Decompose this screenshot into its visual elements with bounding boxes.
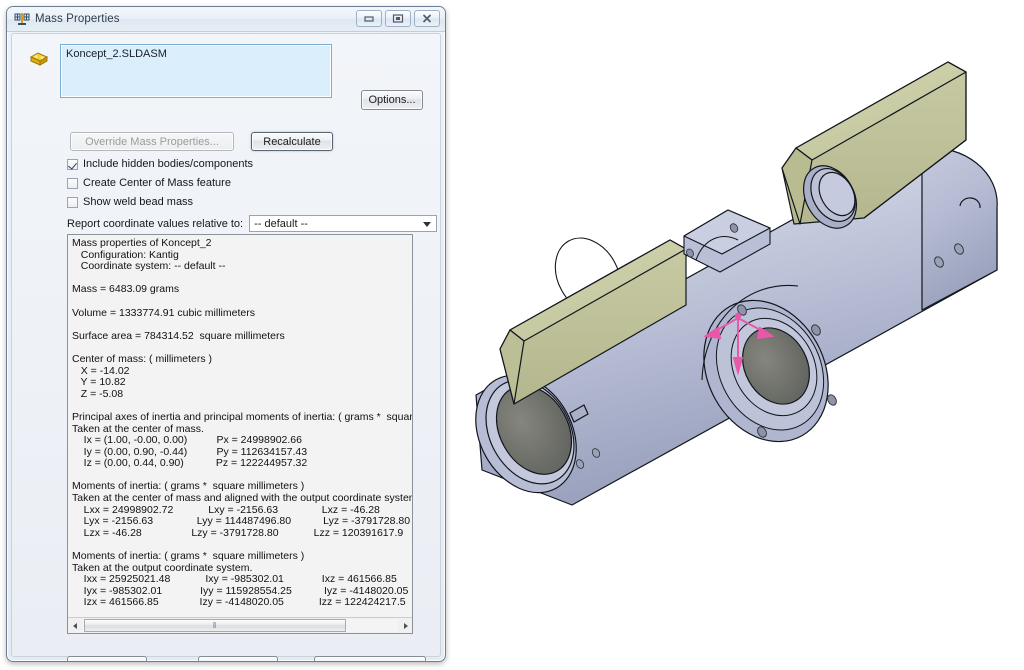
coordinate-system-select[interactable]: -- default --: [249, 215, 438, 232]
checkbox-label: Include hidden bodies/components: [83, 158, 254, 170]
scroll-right-icon[interactable]: [398, 619, 412, 632]
coordinate-system-value: -- default --: [254, 217, 308, 230]
report-text: Mass properties of Koncept_2 Configurati…: [72, 237, 413, 609]
checkbox-box[interactable]: [67, 158, 78, 170]
scroll-left-icon[interactable]: [68, 619, 82, 632]
checkbox-box[interactable]: [67, 177, 78, 189]
scrollbar-thumb[interactable]: ‖: [84, 619, 346, 632]
scrollbar-track[interactable]: ‖: [82, 619, 398, 632]
help-button[interactable]: Help: [67, 656, 147, 661]
copy-to-clipboard-button[interactable]: Copy to Clipboard: [314, 656, 426, 661]
print-button[interactable]: Print...: [198, 656, 278, 661]
window-controls: [356, 10, 440, 27]
cylindrical-housing-assembly: [475, 61, 998, 506]
checkbox-box[interactable]: [67, 196, 78, 208]
title-bar[interactable]: Mass Properties: [7, 7, 445, 32]
checkbox-include-hidden-bodies[interactable]: Include hidden bodies/components: [67, 158, 253, 170]
selected-items-listbox[interactable]: Koncept_2.SLDASM: [60, 44, 332, 98]
close-icon[interactable]: [414, 10, 440, 27]
report-coordinate-row: Report coordinate values relative to: --…: [67, 215, 438, 232]
list-item[interactable]: Koncept_2.SLDASM: [61, 45, 331, 60]
chevron-down-icon[interactable]: [423, 222, 432, 227]
checkbox-create-center-of-mass[interactable]: Create Center of Mass feature: [67, 177, 231, 189]
window-title: Mass Properties: [35, 13, 120, 25]
minimize-icon[interactable]: [356, 10, 382, 27]
maximize-icon[interactable]: [385, 10, 411, 27]
report-coordinate-label: Report coordinate values relative to:: [67, 217, 244, 230]
mass-properties-report[interactable]: Mass properties of Koncept_2 Configurati…: [67, 234, 413, 634]
3d-model-viewport[interactable]: [452, 0, 1024, 670]
report-horizontal-scrollbar[interactable]: ‖: [68, 617, 412, 633]
checkbox-show-weld-bead-mass[interactable]: Show weld bead mass: [67, 196, 193, 208]
checkbox-label: Show weld bead mass: [83, 196, 194, 208]
mass-properties-dialog: Mass Properties Koncept_2.SLDASM Options…: [6, 6, 446, 662]
dialog-client-area: Koncept_2.SLDASM Options... Override Mas…: [11, 33, 441, 661]
options-button[interactable]: Options...: [361, 90, 423, 110]
scrollbar-grip: ‖: [212, 620, 218, 630]
recalculate-button[interactable]: Recalculate: [251, 132, 333, 151]
override-mass-properties-button[interactable]: Override Mass Properties...: [70, 132, 234, 151]
balance-scale-icon: [14, 11, 30, 27]
checkbox-label: Create Center of Mass feature: [83, 177, 231, 189]
assembly-part-icon: [28, 48, 50, 68]
